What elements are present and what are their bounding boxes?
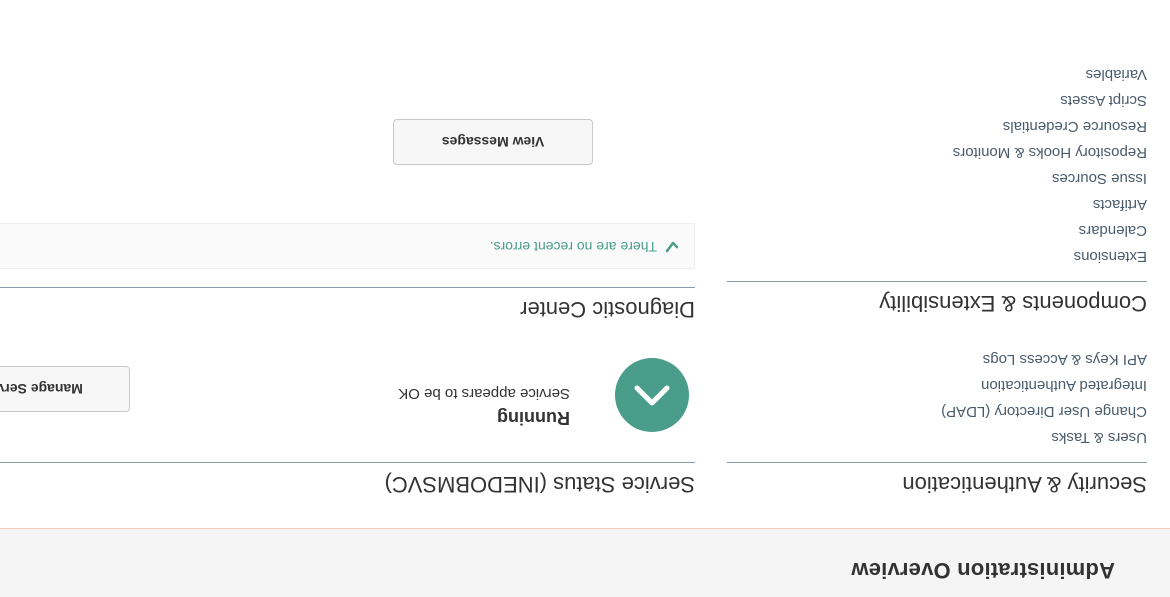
link-calendars[interactable]: Calendars xyxy=(727,217,1147,243)
components-links: Extensions Calendars Artifacts Issue Sou… xyxy=(727,61,1147,281)
service-status-description: Service appears to be OK xyxy=(398,385,570,402)
link-integrated-authentication[interactable]: Integrated Authentication xyxy=(727,372,1147,398)
checkmark-icon xyxy=(664,239,680,255)
link-users-tasks[interactable]: Users & Tasks xyxy=(727,424,1147,450)
right-column: Service Status (INEDOBMSVC) Running Serv… xyxy=(0,223,695,497)
security-heading: Security & Authentication xyxy=(727,462,1147,497)
service-status-title: Running xyxy=(497,408,570,428)
components-heading: Components & Extensibility xyxy=(727,281,1147,316)
diagnostic-center-heading: Diagnostic Center xyxy=(0,287,695,322)
page-title: Administration Overview xyxy=(851,558,1115,583)
recent-errors-panel: There are no recent errors. xyxy=(0,223,695,269)
link-variables[interactable]: Variables xyxy=(727,61,1147,87)
link-extensions[interactable]: Extensions xyxy=(727,243,1147,269)
link-api-keys-access-logs[interactable]: API Keys & Access Logs xyxy=(727,346,1147,372)
link-issue-sources[interactable]: Issue Sources xyxy=(727,165,1147,191)
left-column: Security & Authentication Users & Tasks … xyxy=(727,61,1147,497)
link-resource-credentials[interactable]: Resource Credentials xyxy=(727,113,1147,139)
security-links: Users & Tasks Change User Directory (LDA… xyxy=(727,346,1147,462)
chevron-up-icon xyxy=(615,358,689,432)
page-header: Administration Overview xyxy=(0,528,1170,597)
admin-page: Administration Overview Security & Authe… xyxy=(0,0,1170,597)
service-status-row: Running Service appears to be OK Manage … xyxy=(0,348,695,462)
security-section: Security & Authentication Users & Tasks … xyxy=(727,346,1147,497)
recent-errors-text: There are no recent errors. xyxy=(489,239,657,255)
service-status-heading: Service Status (INEDOBMSVC) xyxy=(0,462,695,497)
link-repository-hooks-monitors[interactable]: Repository Hooks & Monitors xyxy=(727,139,1147,165)
view-messages-button[interactable]: View Messages xyxy=(393,119,593,165)
link-script-assets[interactable]: Script Assets xyxy=(727,87,1147,113)
manage-service-button[interactable]: Manage Service xyxy=(0,366,130,412)
link-change-user-directory[interactable]: Change User Directory (LDAP) xyxy=(727,398,1147,424)
link-artifacts[interactable]: Artifacts xyxy=(727,191,1147,217)
components-section: Components & Extensibility Extensions Ca… xyxy=(727,61,1147,316)
